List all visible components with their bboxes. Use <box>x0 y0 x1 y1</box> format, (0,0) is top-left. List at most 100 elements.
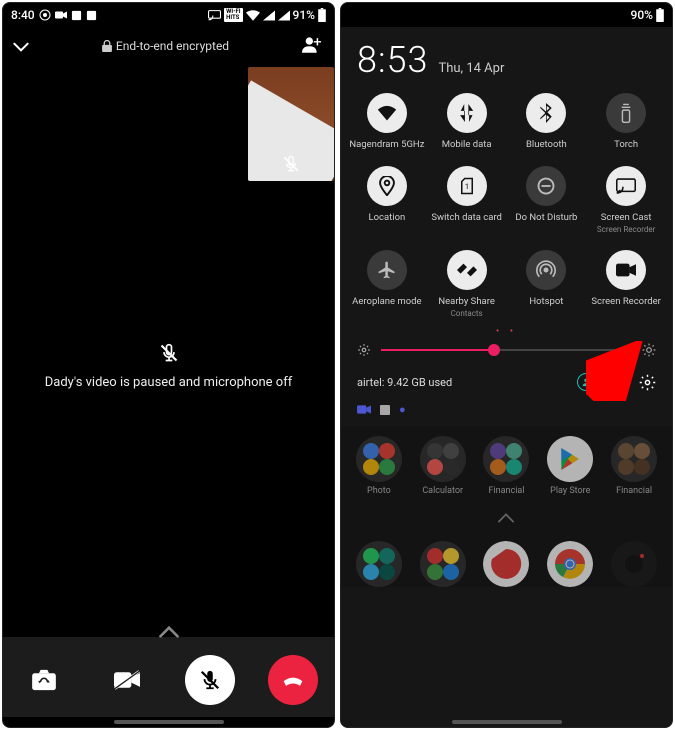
app-label: Financial <box>489 486 525 496</box>
chevron-down-icon[interactable] <box>13 37 29 56</box>
app-label: Play Store <box>550 486 590 496</box>
app-icon[interactable] <box>475 541 539 587</box>
app-icon <box>611 541 657 587</box>
battery-percent: 90% <box>631 8 653 22</box>
app-icon[interactable] <box>538 541 602 587</box>
media-row: ● <box>341 401 672 426</box>
page-indicator: • • <box>341 318 672 337</box>
qs-time: 8:53 <box>357 39 428 81</box>
tile-label: Screen Recorder <box>591 296 660 307</box>
tile-label: Torch <box>614 139 638 150</box>
battery-percent: 91% <box>293 8 315 22</box>
chevron-up-icon[interactable] <box>347 506 666 531</box>
folder-icon <box>356 541 402 587</box>
brightness-slider[interactable] <box>341 337 672 367</box>
recording-indicator-icon <box>39 9 51 21</box>
tile-label: Switch data card <box>431 212 502 223</box>
app-photo-0[interactable]: Photo <box>347 436 411 496</box>
app-label: Calculator <box>422 486 463 496</box>
folder-icon <box>420 541 466 587</box>
mute-button[interactable] <box>185 655 235 705</box>
tile-label: Nearby Share <box>438 296 495 307</box>
qs-tile-torch[interactable]: Torch <box>586 93 666 150</box>
switch-camera-button[interactable] <box>19 655 69 705</box>
user-badge-icon[interactable] <box>577 373 595 391</box>
status-bar: 8:40 WI-FIHITS 91% <box>3 3 334 27</box>
qs-tile-sim[interactable]: 1Switch data card <box>427 166 507 234</box>
gear-icon[interactable] <box>639 374 656 391</box>
app-icon[interactable] <box>602 541 666 587</box>
call-header: End-to-end encrypted <box>3 27 334 65</box>
qs-tile-wifi[interactable]: Nagendram 5GHz <box>347 93 427 150</box>
mic-off-icon <box>282 155 300 173</box>
battery-icon <box>318 8 326 22</box>
edit-icon[interactable] <box>609 374 625 390</box>
cast-icon <box>606 166 646 206</box>
brightness-auto-icon[interactable] <box>642 343 656 357</box>
call-toolbar <box>3 637 334 717</box>
app-icon[interactable] <box>347 541 411 587</box>
video-off-button[interactable] <box>102 655 152 705</box>
tile-label: Nagendram 5GHz <box>349 139 424 150</box>
bluetooth-icon <box>526 93 566 133</box>
app-financial-4[interactable]: Financial <box>602 436 666 496</box>
data-usage-label[interactable]: airtel: 9.42 GB used <box>357 376 452 389</box>
phone-left-whatsapp-call: 8:40 WI-FIHITS 91% <box>2 2 335 728</box>
add-participant-button[interactable] <box>302 35 324 58</box>
tile-label: Bluetooth <box>526 139 567 150</box>
nav-handle[interactable] <box>114 720 224 724</box>
video-icon <box>55 10 67 20</box>
app-play-store-3[interactable]: Play Store <box>538 436 602 496</box>
app-drawer: Photo Calculator Financial Play Store Financ… <box>341 426 672 587</box>
status-clock: 8:40 <box>11 8 35 22</box>
qs-tile-nearby[interactable]: Nearby Share Contacts <box>427 250 507 318</box>
chevron-up-icon[interactable] <box>156 623 182 642</box>
qs-tile-data[interactable]: Mobile data <box>427 93 507 150</box>
nearby-icon <box>447 250 487 290</box>
folder-icon <box>356 436 402 482</box>
end-call-button[interactable] <box>268 655 318 705</box>
app-icon <box>483 541 529 587</box>
dot-icon: ● <box>399 403 406 416</box>
call-status-message: Dady's video is paused and microphone of… <box>3 343 334 390</box>
location-icon <box>367 166 407 206</box>
tile-label: Hotspot <box>529 296 563 307</box>
app-financial-2[interactable]: Financial <box>475 436 539 496</box>
image-icon <box>71 10 82 21</box>
cast-icon <box>208 10 221 21</box>
data-icon <box>447 93 487 133</box>
battery-icon <box>656 8 664 22</box>
dnd-icon <box>526 166 566 206</box>
plane-icon <box>367 250 407 290</box>
qs-tile-record[interactable]: Screen Recorder <box>586 250 666 318</box>
tile-sublabel: Contacts <box>451 309 483 318</box>
wifi-icon <box>367 93 407 133</box>
wifi-badge-icon: WI-FIHITS <box>224 8 242 22</box>
qs-tile-bluetooth[interactable]: Bluetooth <box>507 93 587 150</box>
self-video-preview[interactable] <box>248 67 334 181</box>
app-label: Financial <box>616 486 652 496</box>
tile-label: Mobile data <box>442 139 492 150</box>
slider-track[interactable] <box>381 349 632 351</box>
video-icon[interactable] <box>357 404 371 415</box>
qs-grid: Nagendram 5GHz Mobile data Bluetooth Torch L… <box>341 83 672 318</box>
qs-tile-plane[interactable]: Aeroplane mode <box>347 250 427 318</box>
folder-icon <box>420 436 466 482</box>
encryption-label: End-to-end encrypted <box>102 39 229 53</box>
qs-tile-hotspot[interactable]: Hotspot <box>507 250 587 318</box>
image-icon[interactable] <box>379 404 391 416</box>
folder-icon <box>611 436 657 482</box>
qs-tile-dnd[interactable]: Do Not Disturb <box>507 166 587 234</box>
record-icon <box>606 250 646 290</box>
app-calculator-1[interactable]: Calculator <box>411 436 475 496</box>
folder-icon <box>483 436 529 482</box>
image-icon <box>86 10 97 21</box>
torch-icon <box>606 93 646 133</box>
qs-tile-cast[interactable]: Screen CastScreen Recorder <box>586 166 666 234</box>
nav-handle[interactable] <box>452 720 562 724</box>
tile-label: Aeroplane mode <box>352 296 421 307</box>
status-bar: 90% <box>341 3 672 27</box>
qs-tile-location[interactable]: Location <box>347 166 427 234</box>
app-icon <box>547 541 593 587</box>
app-icon[interactable] <box>411 541 475 587</box>
